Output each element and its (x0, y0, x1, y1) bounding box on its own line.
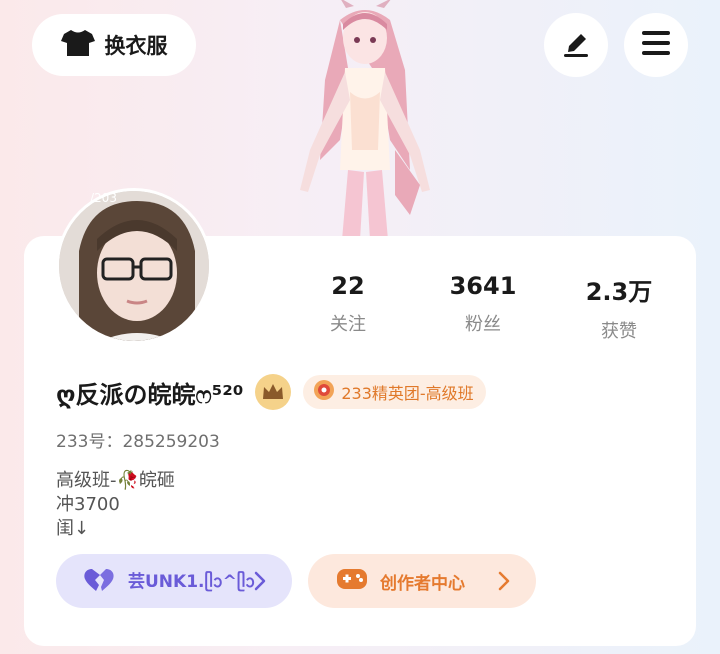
team-badge-label: 233精英团-高级班 (341, 384, 474, 403)
pencil-icon (561, 28, 591, 62)
stat-value: 3641 (449, 272, 517, 300)
stat-likes[interactable]: 2.3万 获赞 (564, 272, 674, 343)
heart-icon (82, 565, 116, 597)
user-id[interactable]: 233号：285259203 (56, 427, 220, 452)
creator-center-button[interactable]: 创作者中心 (308, 554, 536, 608)
bio-line: 冲3700 (56, 494, 120, 515)
stat-fans[interactable]: 3641 粉丝 (428, 272, 538, 336)
team-emblem-icon (313, 379, 335, 405)
menu-button[interactable] (624, 13, 688, 77)
name-row: ღ反派の皖皖ෆ⁵²⁰ 233精英团-高级班 (56, 374, 486, 410)
edit-profile-button[interactable] (544, 13, 608, 77)
gamepad-icon (336, 566, 368, 596)
nickname: ღ反派の皖皖ෆ⁵²⁰ (56, 380, 244, 409)
bio-line: 闺↓ (56, 518, 90, 539)
crown-icon[interactable] (255, 374, 292, 410)
team-badge[interactable]: 233精英团-高级班 (303, 375, 486, 409)
chevron-right-icon (498, 571, 510, 595)
guild-button[interactable]: 芸UNK1.ᥫᩣ^ᥫᩣ (56, 554, 292, 608)
bio-line: 高级班-🥀皖砸 (56, 470, 175, 491)
creator-center-label: 创作者中心 (380, 573, 465, 594)
chevron-right-icon (254, 571, 266, 595)
outfit-label: 换衣服 (104, 34, 168, 58)
stat-value: 2.3万 (585, 278, 653, 306)
character-model[interactable] (270, 0, 460, 240)
stat-label: 粉丝 (465, 314, 501, 335)
stat-label: 关注 (330, 314, 366, 335)
menu-icon (641, 30, 671, 60)
avatar[interactable] (56, 188, 212, 344)
outfit-button[interactable]: 换衣服 (32, 14, 196, 76)
stat-following[interactable]: 22 关注 (293, 272, 403, 336)
avatar-id-text: /203 (90, 191, 117, 205)
guild-label: 芸UNK1.ᥫᩣ^ᥫᩣ (128, 571, 256, 592)
stat-value: 22 (331, 272, 365, 300)
stat-label: 获赞 (601, 321, 637, 342)
shirt-icon (60, 28, 95, 62)
